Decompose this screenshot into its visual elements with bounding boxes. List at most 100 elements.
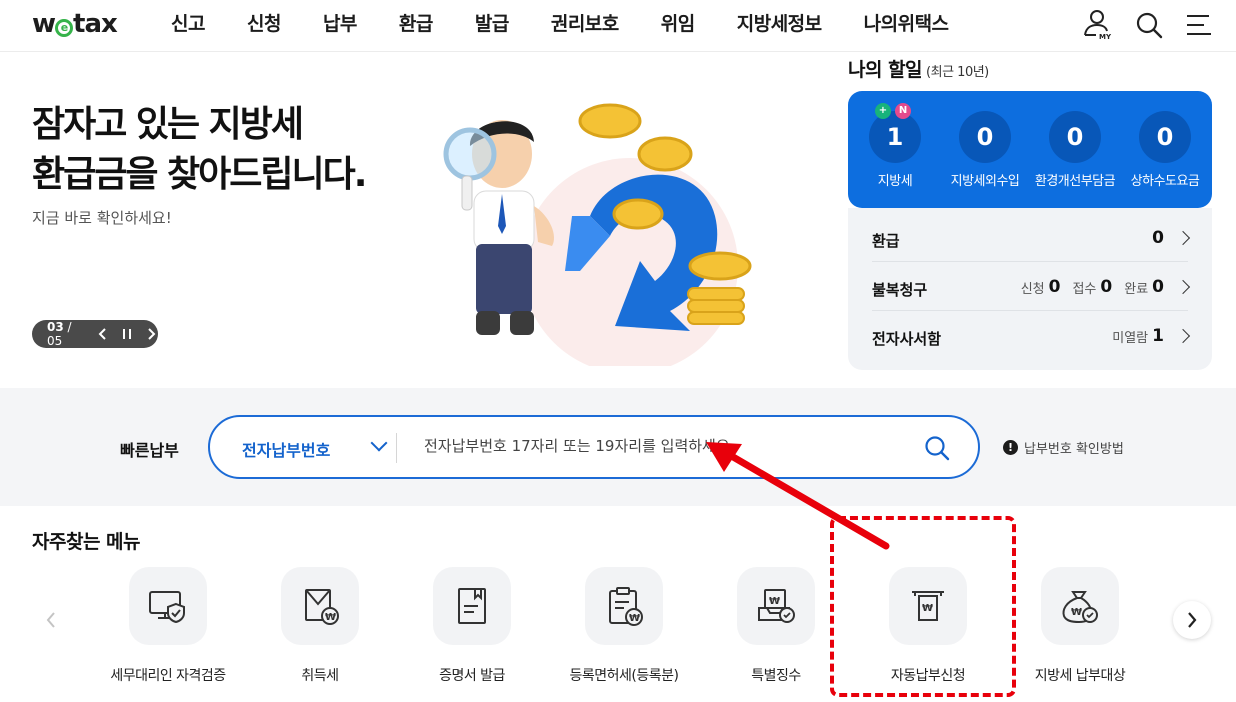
nav-sincheong[interactable]: 신청 <box>226 0 302 52</box>
frequent-menu-title: 자주찾는 메뉴 <box>32 531 141 553</box>
money-bag-check-icon: ₩ <box>1041 567 1119 645</box>
divider <box>396 433 397 463</box>
objection-receive-value: 0 <box>1100 277 1113 297</box>
main-nav: 신고 신청 납부 환급 발급 권리보호 위임 지방세정보 나의위택스 <box>150 0 970 52</box>
annotation-arrow-icon <box>706 442 890 550</box>
pager-count: 03 / 05 <box>47 320 86 348</box>
carousel-next-button[interactable] <box>1173 601 1211 639</box>
pager-prev-icon[interactable] <box>96 327 110 341</box>
logo-e-mark: e <box>55 19 74 37</box>
menu-local-tax-payable[interactable]: ₩ 지방세 납부대상 <box>1004 567 1156 685</box>
menu-acquisition-tax[interactable]: ₩ 취득세 <box>244 567 396 685</box>
carousel-prev-button[interactable] <box>32 601 70 639</box>
pager-next-icon[interactable] <box>144 327 158 341</box>
envelope-won-icon: ₩ <box>281 567 359 645</box>
payment-type-select[interactable]: 전자납부번호 <box>242 437 330 461</box>
header: w e tax 신고 신청 납부 환급 발급 권리보호 위임 지방세정보 나의위택스… <box>0 0 1236 52</box>
svg-text:₩: ₩ <box>629 613 640 624</box>
my-account-icon[interactable]: MY <box>1082 8 1116 42</box>
stat-local-tax-label: 지방세 <box>877 174 913 189</box>
menu-tax-agent-verify[interactable]: 세무대리인 자격검증 <box>92 567 244 685</box>
stat-env-charge-label: 환경개선부담금 <box>1034 174 1116 189</box>
logo-text-b: tax <box>73 9 118 39</box>
chevron-right-icon <box>1175 230 1191 246</box>
nav-singo[interactable]: 신고 <box>150 0 226 52</box>
nav-my-wetax[interactable]: 나의위택스 <box>843 0 970 52</box>
banner-pager: 03 / 05 <box>32 320 158 348</box>
new-badge-icon: N <box>895 103 911 119</box>
row-objection[interactable]: 불복청구 신청 0 접수 0 완료 0 <box>872 262 1191 311</box>
my-tasks-title-text: 나의 할일 <box>848 59 923 81</box>
stat-water-fee-label: 상하수도요금 <box>1130 174 1200 189</box>
row-edoc[interactable]: 전자사서함 미열람 1 <box>872 311 1191 360</box>
pager-pause-icon[interactable] <box>120 327 134 341</box>
nav-napbu[interactable]: 납부 <box>302 0 378 52</box>
menu-label: 등록면허세(등록분) <box>569 668 679 684</box>
svg-text:₩: ₩ <box>325 612 336 623</box>
nav-wiim[interactable]: 위임 <box>640 0 716 52</box>
stat-local-tax-number: 1 <box>886 123 904 151</box>
nav-gwonribo[interactable]: 권리보호 <box>530 0 640 52</box>
pager-current: 03 <box>47 320 64 334</box>
stat-non-tax-revenue-label: 지방세외수입 <box>950 174 1020 189</box>
plus-badge-icon: + <box>875 103 891 119</box>
banner-subtitle: 지금 바로 확인하세요! <box>32 209 172 227</box>
nav-hwangeup[interactable]: 환급 <box>378 0 454 52</box>
chevron-right-icon <box>1175 328 1191 344</box>
objection-apply-value: 0 <box>1048 277 1061 297</box>
stat-local-tax-value: 1 + N <box>869 103 921 163</box>
nav-balgeup[interactable]: 발급 <box>454 0 530 52</box>
search-icon[interactable] <box>1132 8 1166 42</box>
edoc-unread-label: 미열람 <box>1112 330 1149 346</box>
my-tasks-title: 나의 할일 (최근 10년) <box>848 55 989 82</box>
svg-text:₩: ₩ <box>1071 607 1082 618</box>
stat-non-tax-revenue[interactable]: 0 지방세외수입 <box>940 111 1030 189</box>
my-badge-text: MY <box>1099 33 1112 41</box>
refund-right: 0 <box>1152 228 1191 248</box>
stat-local-tax[interactable]: 1 + N 지방세 <box>850 103 940 189</box>
wetax-logo[interactable]: w e tax <box>32 9 118 39</box>
chevron-right-icon <box>1175 279 1191 295</box>
svg-text:₩: ₩ <box>769 596 780 607</box>
edoc-label: 전자사서함 <box>872 330 942 348</box>
search-icon[interactable] <box>922 433 952 463</box>
quick-pay-label: 빠른납부 <box>120 441 179 460</box>
banner-title-line2: 환급금을 찾아드립니다. <box>32 154 367 195</box>
monitor-shield-icon <box>129 567 207 645</box>
stat-env-charge[interactable]: 0 환경개선부담금 <box>1030 111 1120 189</box>
payment-number-help-link[interactable]: ! 납부번호 확인방법 <box>1003 438 1124 457</box>
wetax-home: w e tax 신고 신청 납부 환급 발급 권리보호 위임 지방세정보 나의위택스… <box>0 0 1236 702</box>
my-tasks-summary-card: 1 + N 지방세 0 지방세외수입 0 환경개선부담금 0 상하수도요금 <box>848 91 1212 208</box>
stat-water-fee-value: 0 <box>1139 111 1191 163</box>
banner-illustration <box>440 96 800 374</box>
logo-text-a: w <box>32 9 56 39</box>
header-icons: MY <box>1082 8 1216 42</box>
my-tasks-detail-card: 환급 0 불복청구 신청 0 접수 0 완료 0 전자사서함 미열람 1 <box>848 208 1212 370</box>
help-text: 납부번호 확인방법 <box>1024 442 1124 457</box>
row-refund[interactable]: 환급 0 <box>872 213 1191 262</box>
nav-local-tax-info[interactable]: 지방세정보 <box>716 0 843 52</box>
hamburger-menu-icon[interactable] <box>1182 8 1216 42</box>
my-tasks-period: (최근 10년) <box>926 65 989 80</box>
banner-title: 잠자고 있는 지방세 환급금을 찾아드립니다. <box>32 100 367 200</box>
stat-env-charge-value: 0 <box>1049 111 1101 163</box>
menu-registration-license-tax[interactable]: ₩ 등록면허세(등록분) <box>548 567 700 685</box>
objection-right: 신청 0 접수 0 완료 0 <box>1020 277 1191 297</box>
stat-water-fee[interactable]: 0 상하수도요금 <box>1120 111 1210 189</box>
objection-apply-label: 신청 <box>1020 281 1045 297</box>
stat-non-tax-revenue-value: 0 <box>959 111 1011 163</box>
chevron-down-icon[interactable] <box>370 434 388 452</box>
objection-done-value: 0 <box>1152 277 1164 297</box>
menu-label: 취득세 <box>301 668 339 684</box>
objection-receive-label: 접수 <box>1072 281 1097 297</box>
objection-label: 불복청구 <box>872 281 928 299</box>
menu-certificate-issue[interactable]: 증명서 발급 <box>396 567 548 685</box>
tray-check-icon: ₩ <box>737 567 815 645</box>
menu-label: 세무대리인 자격검증 <box>110 668 226 684</box>
document-bookmark-icon <box>433 567 511 645</box>
refund-value: 0 <box>1152 228 1164 248</box>
objection-done-label: 완료 <box>1124 281 1149 297</box>
refund-label: 환급 <box>872 232 900 250</box>
quick-pay-section: 빠른납부 전자납부번호 ! 납부번호 확인방법 <box>0 388 1236 506</box>
edoc-unread-value: 1 <box>1152 326 1164 346</box>
